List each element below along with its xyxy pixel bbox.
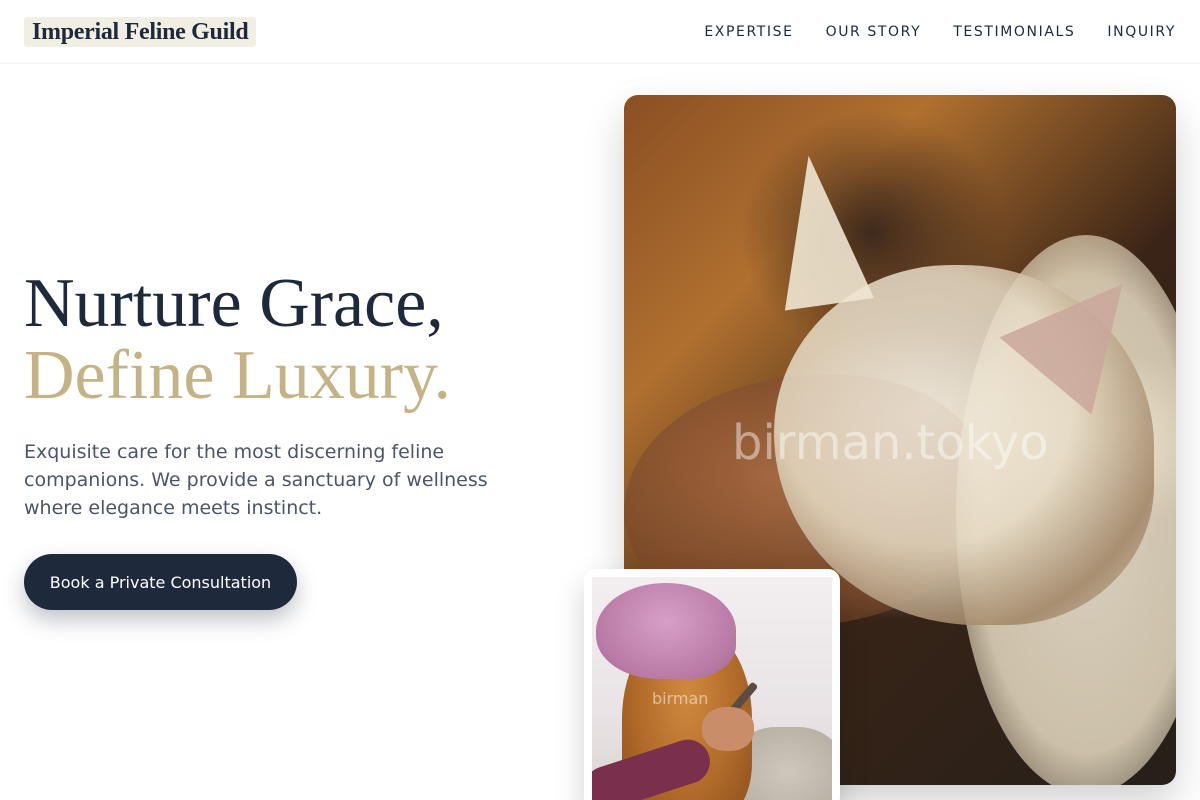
- photo-cat-ear-left: [763, 149, 875, 311]
- hero-description: Exquisite care for the most discerning f…: [24, 441, 488, 519]
- site-logo[interactable]: Imperial Feline Guild: [24, 17, 257, 47]
- nav-links: EXPERTISE OUR STORY TESTIMONIALS INQUIRY: [704, 22, 1176, 42]
- photo-hand-shape-2: [702, 707, 754, 751]
- dog-photo-card: birman: [584, 569, 840, 800]
- card-watermark: birman: [652, 689, 709, 708]
- hero-title-line1: Nurture Grace,: [24, 265, 444, 342]
- nav-link-our-story[interactable]: OUR STORY: [826, 22, 922, 42]
- hero-title-line2: Define Luxury.: [24, 337, 451, 414]
- nav-link-inquiry[interactable]: INQUIRY: [1107, 22, 1176, 42]
- photo-watermark: birman.tokyo: [732, 415, 1049, 471]
- hero-title: Nurture Grace, Define Luxury.: [24, 268, 584, 412]
- nav-link-expertise[interactable]: EXPERTISE: [704, 22, 793, 42]
- dog-photo: birman: [592, 577, 832, 800]
- book-consultation-button[interactable]: Book a Private Consultation: [24, 554, 297, 610]
- nav-link-testimonials[interactable]: TESTIMONIALS: [953, 22, 1075, 42]
- top-navigation: Imperial Feline Guild EXPERTISE OUR STOR…: [0, 0, 1200, 64]
- photo-towel-shape: [596, 583, 736, 679]
